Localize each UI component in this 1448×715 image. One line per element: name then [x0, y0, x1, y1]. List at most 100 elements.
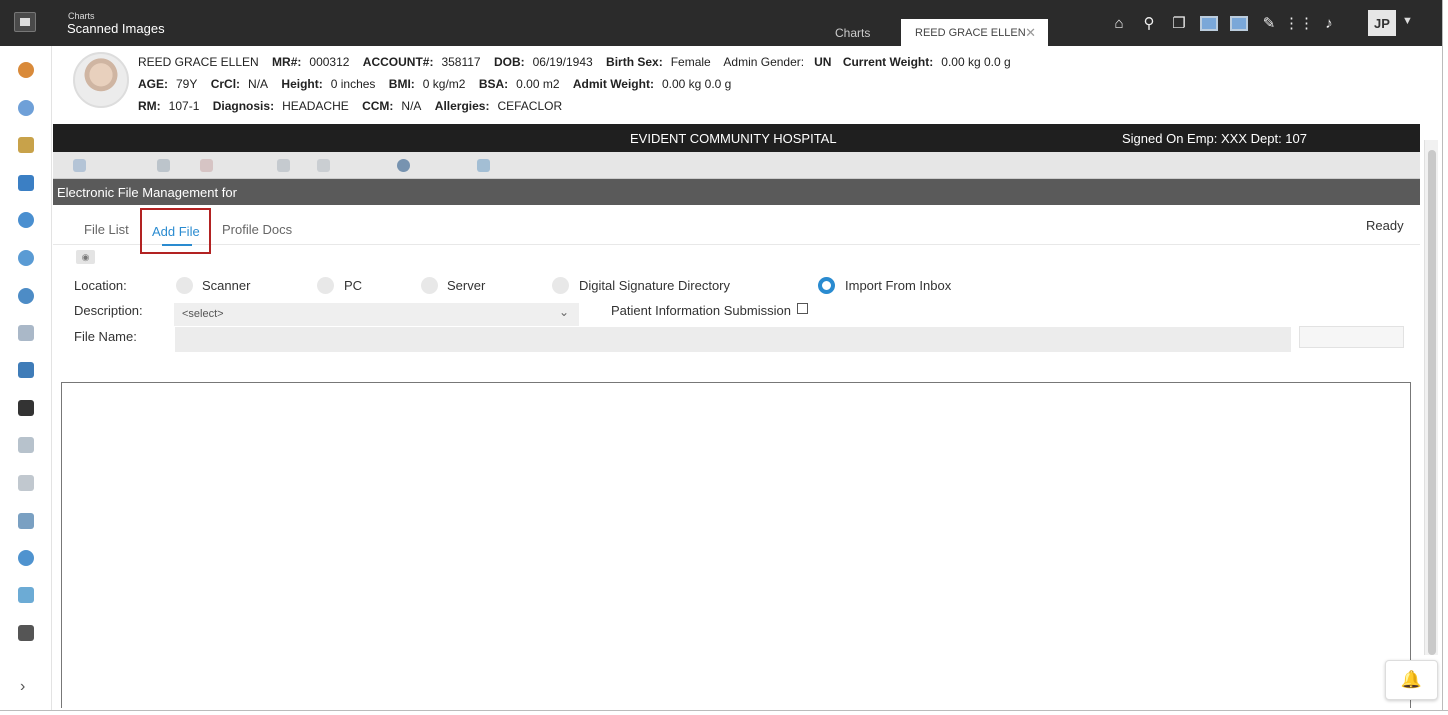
- toolbar: [53, 152, 1420, 179]
- sidebar-icon-5[interactable]: [18, 212, 34, 228]
- crcl-value: N/A: [248, 77, 269, 91]
- sidebar-icon-4[interactable]: [18, 175, 34, 191]
- birth-sex-value: Female: [670, 55, 711, 69]
- patient-banner: REED GRACE ELLEN MR#: 000312 ACCOUNT#: 358…: [52, 46, 1448, 124]
- sidebar-icon-13[interactable]: [18, 513, 34, 529]
- radio-import-from-inbox-label: Import From Inbox: [845, 278, 952, 293]
- sidebar-icon-1[interactable]: [18, 62, 34, 78]
- height-value: 0 inches: [330, 77, 376, 91]
- sidebar-icon-11[interactable]: [18, 437, 34, 453]
- patient-line-1: REED GRACE ELLEN MR#: 000312 ACCOUNT#: 358…: [138, 55, 1011, 69]
- tab-charts[interactable]: Charts: [820, 19, 900, 46]
- document-viewer: [61, 382, 1411, 708]
- app-logo-icon[interactable]: [14, 12, 36, 32]
- eye-icon[interactable]: ◉: [76, 250, 95, 264]
- tab-profile-docs[interactable]: Profile Docs: [222, 222, 292, 237]
- browse-button[interactable]: [1299, 326, 1404, 348]
- notification-bell-icon[interactable]: 🔔: [1385, 660, 1438, 700]
- sidebar: ›: [0, 46, 52, 715]
- location-label: Location:: [74, 278, 127, 293]
- patient-line-3: RM: 107-1 Diagnosis: HEADACHE CCM: N/A Alle…: [138, 99, 563, 113]
- globe-icon[interactable]: [397, 159, 410, 172]
- vertical-scrollbar[interactable]: [1424, 140, 1438, 655]
- patient-line-2: AGE: 79Y CrCl: N/A Height: 0 inches BMI: 0 k…: [138, 77, 732, 91]
- tab-add-file[interactable]: Add File: [140, 208, 211, 254]
- sidebar-icon-12[interactable]: [18, 475, 34, 491]
- bsa-value: 0.00 m2: [516, 77, 560, 91]
- frame-edge-right: [1442, 0, 1448, 715]
- ccm-value: N/A: [401, 99, 422, 113]
- current-weight-value: 0.00 kg 0.0 g: [941, 55, 1011, 69]
- radio-digital-signature-label: Digital Signature Directory: [579, 278, 731, 293]
- sidebar-icon-6[interactable]: [18, 250, 34, 266]
- chevron-right-icon[interactable]: ›: [20, 678, 25, 696]
- hospital-name: EVIDENT COMMUNITY HOSPITAL: [630, 131, 837, 146]
- sidebar-icon-9[interactable]: [18, 362, 34, 378]
- close-icon[interactable]: ✕: [1025, 25, 1036, 41]
- chevron-down-icon[interactable]: ▼: [1402, 15, 1413, 27]
- bmi-value: 0 kg/m2: [422, 77, 466, 91]
- radio-server[interactable]: [421, 277, 438, 294]
- admin-gender-value: UN: [814, 55, 832, 69]
- radio-digital-signature-directory[interactable]: [552, 277, 569, 294]
- zoom-icon[interactable]: [200, 159, 213, 172]
- chevron-down-icon: ⌄: [558, 305, 569, 319]
- sidebar-icon-3[interactable]: [18, 137, 34, 153]
- sidebar-icon-14[interactable]: [18, 550, 34, 566]
- home-icon[interactable]: ⌂: [1108, 12, 1130, 34]
- scan-icon[interactable]: [157, 159, 170, 172]
- rm-value: 107-1: [168, 99, 200, 113]
- print-icon[interactable]: [277, 159, 290, 172]
- status-text: Ready: [1366, 218, 1404, 233]
- hospital-bar: EVIDENT COMMUNITY HOSPITAL Signed On Emp…: [53, 124, 1420, 152]
- documents-icon[interactable]: ❐: [1168, 12, 1190, 34]
- tab-file-list[interactable]: File List: [84, 222, 129, 237]
- dob-value: 06/19/1943: [532, 55, 593, 69]
- search-icon[interactable]: [73, 159, 86, 172]
- diagnosis-value: HEADACHE: [282, 99, 349, 113]
- patient-name: REED GRACE ELLEN: [138, 55, 259, 69]
- notes-icon[interactable]: ✎: [1258, 12, 1280, 34]
- admit-weight-value: 0.00 kg 0.0 g: [661, 77, 732, 91]
- tab-underline: [162, 244, 192, 246]
- account-value: 358117: [441, 55, 481, 69]
- frame-edge-bottom: [0, 710, 1448, 715]
- pis-label: Patient Information Submission: [611, 303, 791, 318]
- radio-scanner-label: Scanner: [202, 278, 251, 293]
- patient-photo: [73, 52, 129, 108]
- top-bar: Charts Scanned Images Charts REED GRACE …: [0, 0, 1448, 46]
- radio-import-from-inbox[interactable]: [818, 277, 835, 294]
- calendar-icon[interactable]: [1228, 12, 1250, 34]
- window-icon[interactable]: [1198, 12, 1220, 34]
- file-name-input[interactable]: [175, 327, 1291, 352]
- apps-grid-icon[interactable]: ⋮⋮: [1284, 12, 1314, 34]
- pis-checkbox[interactable]: [797, 303, 808, 314]
- description-select-value: <select>: [182, 308, 224, 320]
- radio-pc[interactable]: [317, 277, 334, 294]
- tab-patient[interactable]: REED GRACE ELLEN ✕: [901, 19, 1048, 46]
- radio-pc-label: PC: [344, 278, 363, 293]
- sidebar-icon-8[interactable]: [18, 325, 34, 341]
- efm-tabs: File List Add File Profile Docs Ready: [53, 205, 1420, 254]
- avatar[interactable]: JP: [1368, 10, 1396, 36]
- sidebar-icon-16[interactable]: [18, 625, 34, 641]
- tab-patient-label: REED GRACE ELLEN: [915, 27, 1026, 39]
- scrollbar-thumb[interactable]: [1428, 150, 1436, 655]
- app-subtitle: Charts: [68, 11, 95, 21]
- allergies-value: CEFACLOR: [497, 99, 563, 113]
- sidebar-icon-10[interactable]: [18, 400, 34, 416]
- description-select[interactable]: <select> ⌄: [174, 303, 579, 326]
- sidebar-icon-2[interactable]: [18, 100, 34, 116]
- age-value: 79Y: [176, 77, 198, 91]
- mr-value: 000312: [309, 55, 350, 69]
- sidebar-icon-15[interactable]: [18, 587, 34, 603]
- radio-server-label: Server: [447, 278, 486, 293]
- tag-icon[interactable]: [477, 159, 490, 172]
- search-icon[interactable]: ⚲: [1138, 12, 1160, 34]
- copy-icon[interactable]: [317, 159, 330, 172]
- sidebar-icon-7[interactable]: [18, 288, 34, 304]
- description-label: Description:: [74, 303, 143, 318]
- bell-icon[interactable]: ♪: [1318, 12, 1340, 34]
- app-title: Scanned Images: [67, 21, 165, 36]
- radio-scanner[interactable]: [176, 277, 193, 294]
